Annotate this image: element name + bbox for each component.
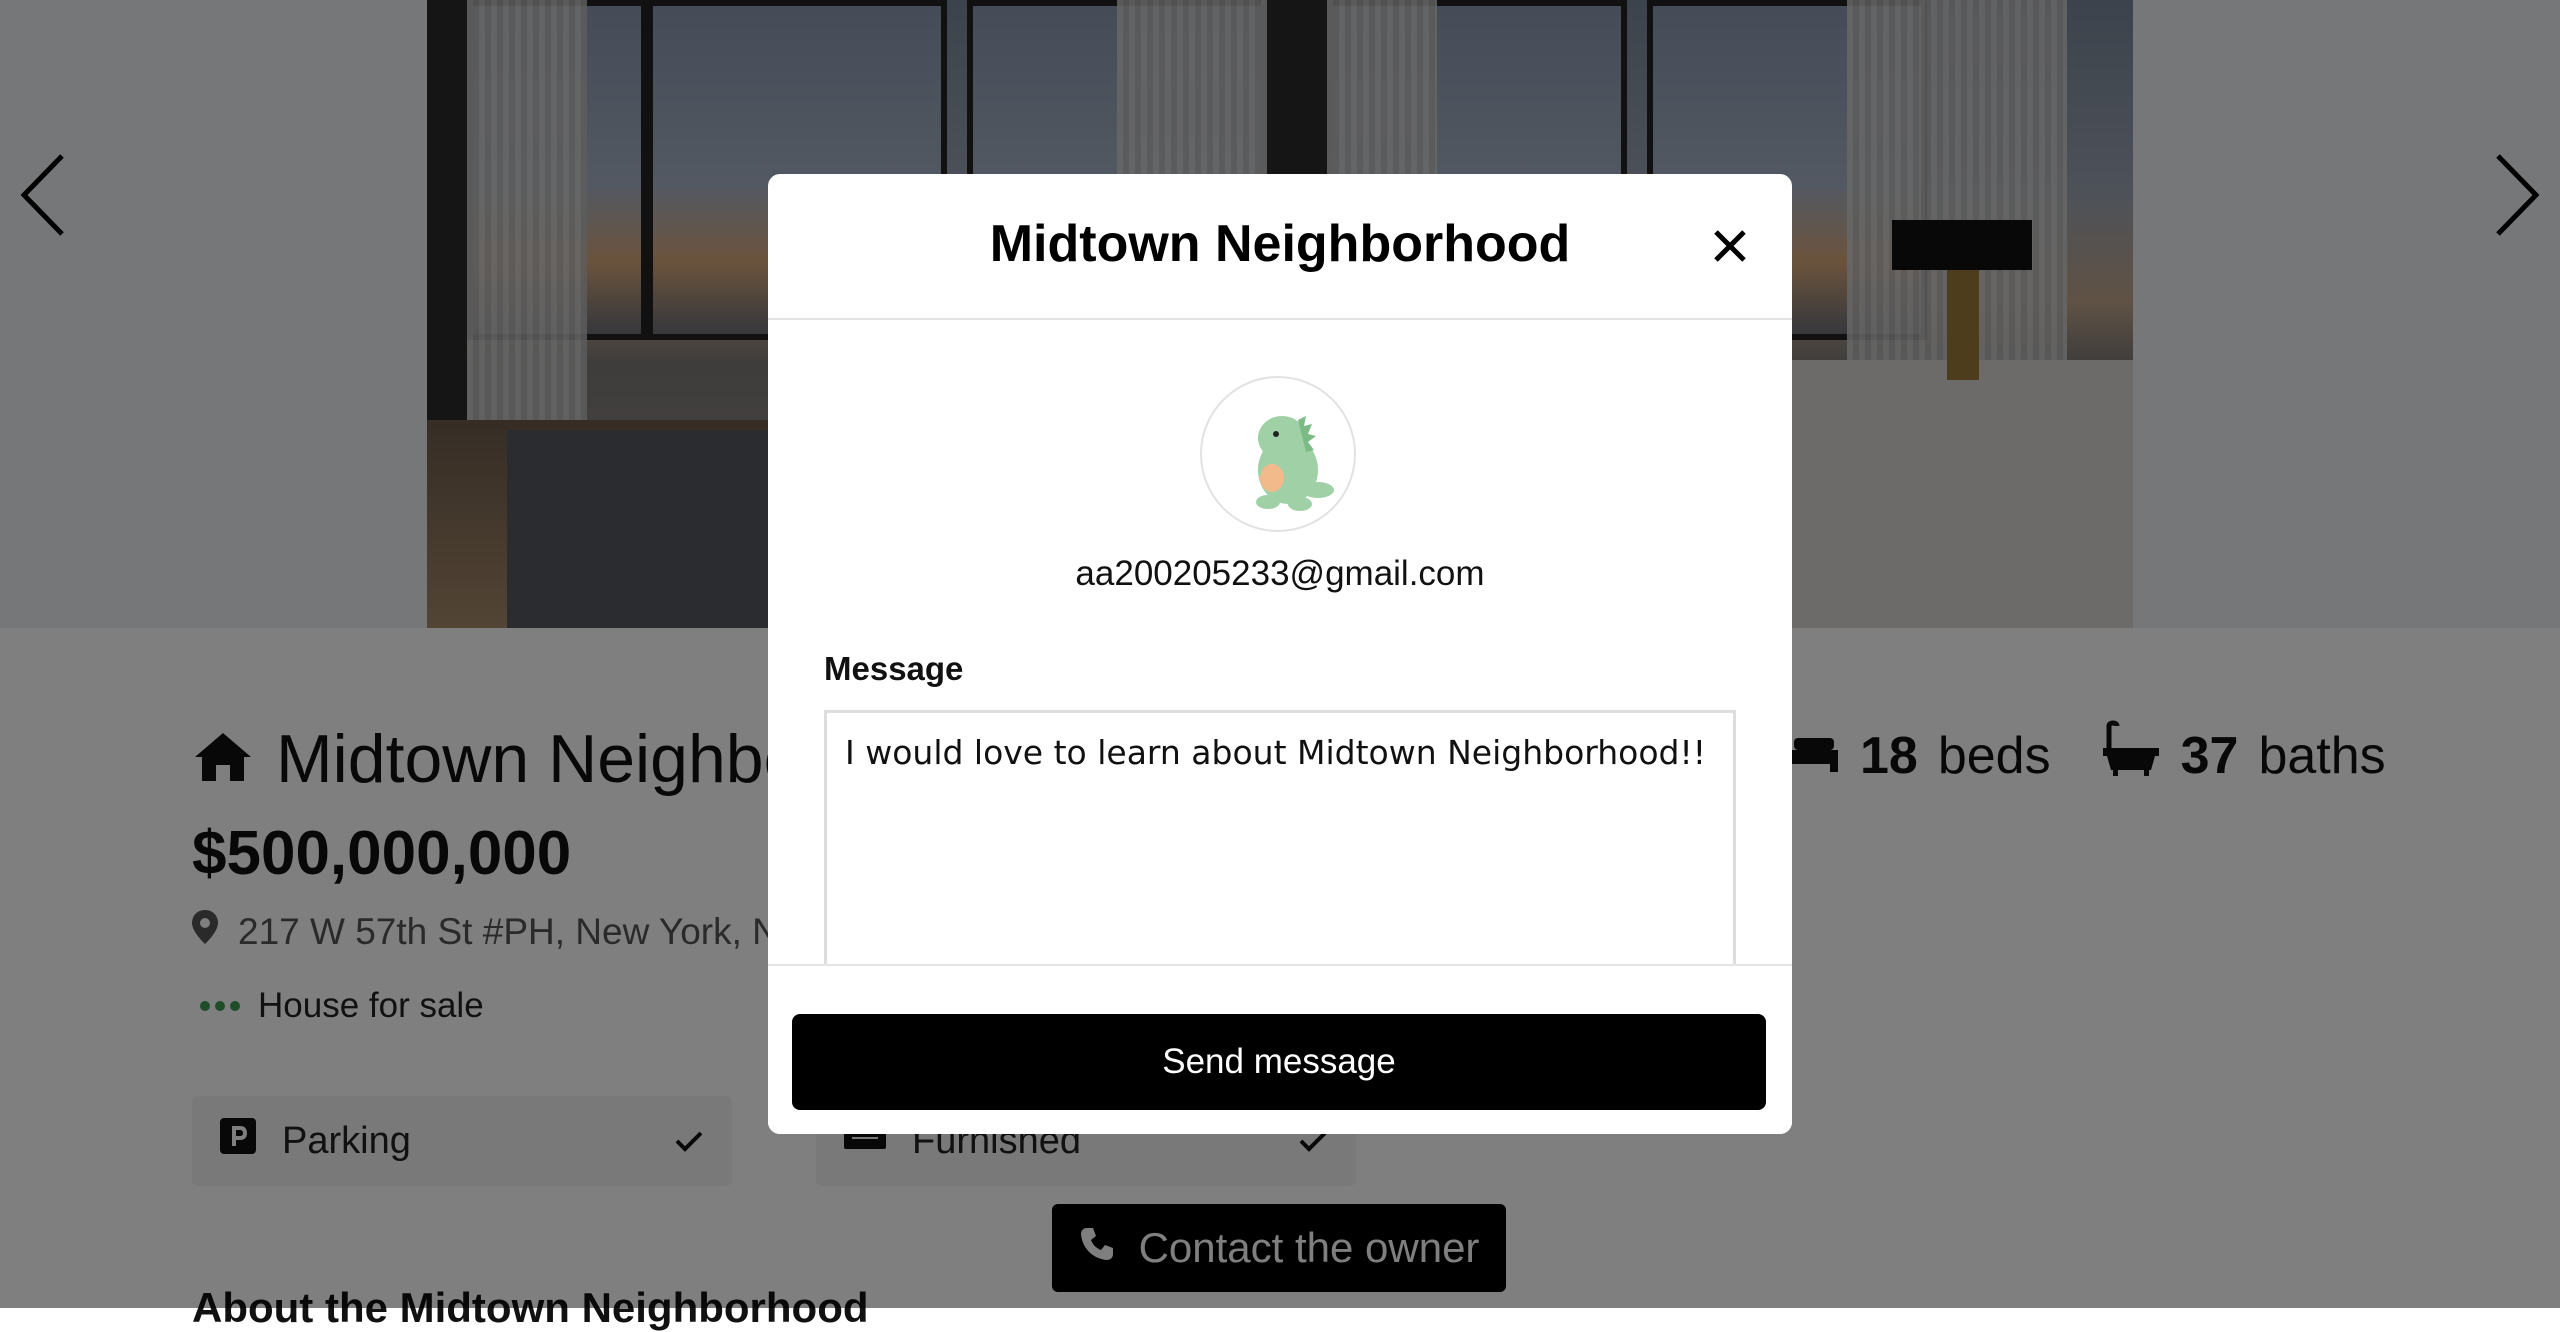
send-message-button[interactable]: Send message <box>792 1014 1766 1110</box>
contact-modal: Midtown Neighborhood aa200205233@gmail.c… <box>768 174 1792 1134</box>
modal-footer: Send message <box>768 964 1792 1134</box>
modal-header: Midtown Neighborhood <box>768 174 1792 320</box>
owner-email: aa200205233@gmail.com <box>1075 554 1485 593</box>
message-label: Message <box>824 650 964 687</box>
dinosaur-avatar-icon <box>1256 416 1334 511</box>
modal-title: Midtown Neighborhood <box>989 215 1571 273</box>
avatar <box>1200 376 1356 532</box>
message-textarea[interactable]: I would love to learn about Midtown Neig… <box>824 710 1736 970</box>
close-icon[interactable] <box>1708 224 1752 268</box>
